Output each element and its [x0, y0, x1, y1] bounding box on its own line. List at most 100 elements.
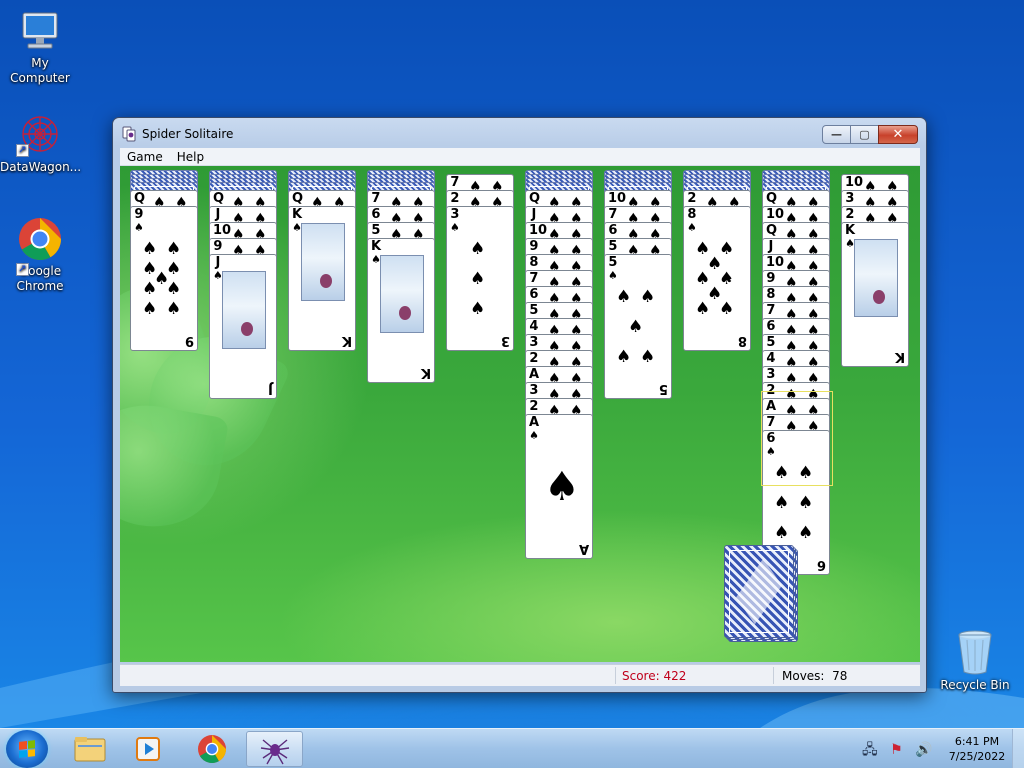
computer-icon	[22, 12, 58, 49]
spade-icon: ♠	[640, 347, 656, 367]
spade-icon: ♠	[166, 279, 182, 299]
card-face-up[interactable]: K ♠ K	[841, 222, 909, 367]
spade-icon: ♠	[470, 269, 486, 289]
taskbar: 🖧 ⚑ 🔊 6:41 PM 7/25/2022	[0, 728, 1024, 768]
game-board[interactable]: Q♠♠♠9♠♠♠♠♠♠♠♠♠♠9Q♠♠♠J♠♠♠10♠♠♠9♠♠♠J♠JQ♠♠♠…	[120, 166, 920, 662]
clock[interactable]: 6:41 PM 7/25/2022	[942, 734, 1012, 764]
spade-icon: ♠	[616, 287, 632, 307]
card-back-pattern	[735, 558, 783, 625]
desktop-icon-label: Recycle Bin	[940, 678, 1010, 692]
card-rank-bottom: K	[341, 333, 352, 348]
media-player-icon	[136, 737, 160, 761]
taskbar-explorer-button[interactable]	[61, 731, 118, 767]
status-divider	[615, 667, 616, 684]
shortcut-arrow-icon: ↗	[16, 144, 29, 157]
stock-pile[interactable]	[724, 545, 794, 638]
card-face-up[interactable]: 9 ♠ ♠ ♠ ♠ ♠ ♠ ♠ ♠ ♠ ♠ 9	[130, 206, 198, 351]
spade-icon: ♠	[450, 221, 460, 234]
taskbar-chrome-button[interactable]	[184, 731, 241, 767]
spade-icon: ♠	[529, 429, 539, 442]
card-rank-bottom: J	[268, 381, 273, 396]
shortcut-arrow-icon: ↗	[16, 263, 29, 276]
desktop-icon-label: Google Chrome	[16, 264, 64, 293]
spade-icon: ♠	[687, 221, 697, 234]
chrome-icon	[19, 218, 62, 261]
card-rank-bottom: K	[420, 365, 431, 380]
desktop-icon-datawagon[interactable]: ↗ DataWagon...	[0, 112, 82, 175]
status-bar: Score: 422 Moves: 78	[120, 664, 920, 686]
card-rank: 8♠	[687, 207, 697, 234]
face-card-art	[854, 239, 898, 317]
card-rank-bottom: A	[578, 541, 589, 556]
desktop-icon-recycle-bin[interactable]: Recycle Bin	[935, 628, 1015, 693]
spade-icon: ♠	[134, 221, 144, 234]
spade-icon: ♠	[719, 299, 735, 319]
menu-bar: Game Help	[120, 148, 920, 166]
window-title: Spider Solitaire	[142, 127, 234, 141]
maximize-icon: ▢	[859, 128, 870, 141]
spade-icon: ♠	[142, 279, 158, 299]
minimize-icon: —	[831, 128, 842, 141]
card-rank: A♠	[529, 415, 540, 442]
card-rank-bottom: 5	[658, 381, 668, 396]
score-display: Score: 422	[622, 669, 687, 683]
close-button[interactable]: ✕	[878, 125, 918, 144]
show-desktop-button[interactable]	[1012, 729, 1024, 768]
spade-icon: ♠	[470, 239, 486, 259]
spade-icon: ♠	[142, 299, 158, 319]
spade-icon: ♠	[166, 299, 182, 319]
card-face-up[interactable]: 5 ♠ ♠ ♠ ♠ ♠ ♠ 5	[604, 254, 672, 399]
card-rank: 9♠	[134, 207, 144, 234]
moves-label: Moves:	[782, 669, 825, 683]
desktop-icon-my-computer[interactable]: My Computer	[0, 10, 80, 86]
menu-help[interactable]: Help	[170, 148, 211, 164]
volume-icon[interactable]: 🔊	[915, 742, 932, 758]
card-rank-bottom: 8	[737, 333, 747, 348]
moves-value: 78	[832, 669, 848, 683]
face-card-art	[301, 223, 345, 301]
title-bar[interactable]: Spider Solitaire — ▢ ✕	[113, 118, 926, 148]
face-card-art	[222, 271, 266, 349]
windows-explorer-icon	[74, 737, 106, 762]
spade-icon: ♠	[774, 493, 790, 513]
start-button[interactable]	[6, 730, 48, 768]
maximize-button[interactable]: ▢	[850, 125, 879, 144]
clock-date: 7/25/2022	[948, 750, 1006, 763]
spider-solitaire-icon	[260, 739, 290, 765]
moves-display: Moves: 78	[782, 669, 847, 683]
spider-solitaire-window[interactable]: Spider Solitaire — ▢ ✕ GameHelp Q♠♠♠9♠♠♠…	[112, 117, 927, 693]
face-card-art	[380, 255, 424, 333]
background-leaf	[120, 394, 230, 538]
close-icon: ✕	[892, 127, 904, 142]
card-rank-bottom: 9	[184, 333, 194, 348]
recycle-bin-icon	[958, 630, 992, 675]
spade-icon: ♠	[470, 299, 486, 319]
card-face-up[interactable]: 3 ♠ ♠ ♠ ♠ 3	[446, 206, 514, 351]
taskbar-media-player-button[interactable]	[120, 731, 177, 767]
spade-icon: ♠	[798, 523, 814, 543]
card-rank: 5♠	[608, 255, 618, 282]
spade-icon: ♠	[616, 347, 632, 367]
spade-icon: ♠	[544, 464, 580, 510]
menu-game[interactable]: Game	[120, 148, 170, 164]
card-face-up[interactable]: K ♠ K	[288, 206, 356, 351]
minimize-button[interactable]: —	[822, 125, 851, 144]
spade-icon: ♠	[628, 317, 644, 337]
spade-icon: ♠	[166, 239, 182, 259]
action-center-icon[interactable]: ⚑	[890, 742, 903, 758]
windows-logo-icon	[19, 740, 35, 758]
spade-icon: ♠	[798, 493, 814, 513]
desktop-icon-google-chrome[interactable]: ↗ Google Chrome	[0, 216, 80, 294]
spade-icon: ♠	[774, 523, 790, 543]
spade-icon: ♠	[608, 269, 618, 282]
chrome-icon	[198, 735, 226, 763]
taskbar-spider-solitaire-button[interactable]	[246, 731, 303, 767]
card-face-up[interactable]: A ♠ ♠ A	[525, 414, 593, 559]
card-face-up[interactable]: J ♠ J	[209, 254, 277, 399]
spade-icon: ♠	[142, 239, 158, 259]
status-divider	[773, 667, 774, 684]
card-face-up[interactable]: K ♠ K	[367, 238, 435, 383]
network-icon[interactable]: 🖧	[862, 742, 878, 758]
selection-highlight	[761, 391, 833, 486]
desktop-icon-label: DataWagon...	[0, 160, 82, 174]
